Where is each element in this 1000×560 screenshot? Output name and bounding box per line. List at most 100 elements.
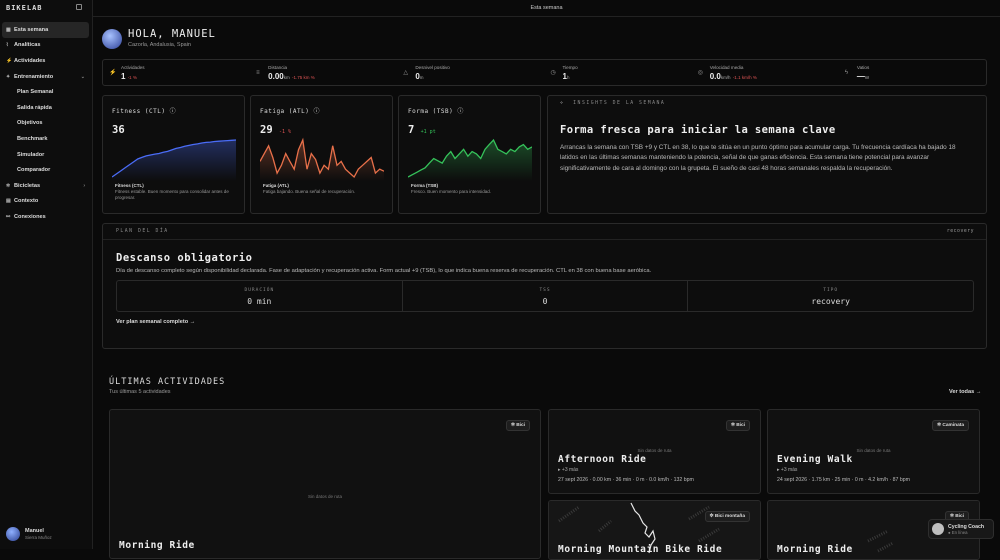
chevron-right-icon: ›: [83, 182, 85, 189]
stat-label: Actividades: [121, 65, 145, 70]
activity-icon: ⚡: [109, 70, 117, 76]
stat-unit: m: [419, 75, 424, 80]
distance-icon: ≡: [256, 69, 260, 76]
activity-card[interactable]: ✲ Bici Sin datos de ruta Afternoon Ride …: [548, 409, 761, 494]
clock-icon: ◷: [550, 70, 556, 76]
insights-card: ✣ INSIGHTS DE LA SEMANA Forma fresca par…: [547, 95, 987, 214]
card-footer: Forma (TSB) Fresco. Buen momento para int…: [411, 183, 491, 195]
link-icon: ⚯: [6, 213, 11, 220]
sidebar-item-esta-semana[interactable]: ▦ Esta semana: [2, 22, 89, 38]
activity-card[interactable]: ✲ Bici montaña Morning Mountain Bike Rid…: [548, 500, 761, 560]
fitness-card[interactable]: Fitness (CTL) ⓘ 36 Fitness (CTL) Fitness …: [102, 95, 245, 214]
metric-value: 0 min: [247, 297, 272, 306]
stat-unit: h: [566, 75, 570, 80]
sidebar-item-salida-rapida[interactable]: Salida rápida: [0, 100, 93, 116]
sidebar-item-objetivos[interactable]: Objetivos: [0, 116, 93, 132]
info-icon[interactable]: ⓘ: [313, 108, 320, 115]
fatigue-card[interactable]: Fatiga (ATL) ⓘ 29 -1 % Fatiga (ATL) Fatig…: [250, 95, 393, 214]
sidebar-item-actividades[interactable]: ⚡ Actividades: [0, 53, 93, 69]
no-route-text: Sin datos de ruta: [856, 448, 891, 453]
see-all-link[interactable]: Ver todas →: [949, 389, 981, 395]
card-value: 29 -1 %: [260, 124, 291, 136]
stat-value: 0.00: [268, 72, 284, 81]
stat-vatios: ϟ Vatios —W: [839, 60, 986, 85]
sidebar-item-label: Salida rápida: [17, 104, 52, 111]
greeting: HOLA, MANUEL: [128, 28, 216, 40]
footer-text: Fitness estable. Buen momento para conso…: [115, 189, 229, 200]
top-bar: Esta semana: [93, 0, 1000, 17]
metric-duration: DURACIÓN 0 min: [117, 281, 403, 311]
user-location: Sierra Muñoz: [25, 535, 52, 540]
info-icon[interactable]: ⓘ: [457, 108, 464, 115]
stat-delta: -1.75 km %: [291, 75, 315, 80]
more-toggle[interactable]: ▸ +3 más: [777, 467, 797, 473]
plan-title: Descanso obligatorio: [116, 252, 253, 264]
metric-value: 0: [542, 297, 548, 306]
coach-chat-button[interactable]: Cycling Coach ● En línea: [928, 519, 994, 539]
card-delta: +1 pt: [420, 129, 436, 135]
card-value: 36: [112, 124, 125, 136]
sidebar-item-label: Comparador: [17, 167, 51, 174]
plan-tag: recovery: [946, 229, 974, 234]
more-toggle[interactable]: ▸ +3 más: [558, 467, 578, 473]
plan-metrics: DURACIÓN 0 min TSS 0 TIPO recovery: [116, 280, 974, 312]
metric-label: TSS: [539, 288, 551, 293]
sidebar-item-plan-semanal[interactable]: Plan Semanal: [0, 84, 93, 100]
sidebar-item-contexto[interactable]: ▤ Contexto: [0, 194, 93, 210]
profile-avatar[interactable]: [102, 29, 122, 49]
activity-badge: ✲ Bici: [505, 420, 530, 431]
sidebar-item-benchmark[interactable]: Benchmark: [0, 131, 93, 147]
fitness-sparkline: [112, 139, 236, 181]
stat-label: Distancia: [268, 65, 288, 70]
activity-card[interactable]: ✲ Bici Sin datos de ruta Morning Ride: [109, 409, 541, 559]
metric-label: TIPO: [823, 288, 839, 293]
sidebar-item-entrenamiento[interactable]: ✦ Entrenamiento ⌄: [0, 69, 93, 85]
doc-icon: ▤: [6, 198, 11, 205]
sparkline-area: [112, 140, 236, 181]
activity-card[interactable]: ✲ Caminata Sin datos de ruta Evening Wal…: [767, 409, 980, 494]
sidebar-item-comparador[interactable]: Comparador: [0, 162, 93, 178]
stat-tiempo: ◷ Tiempo 1h: [545, 60, 692, 85]
sidebar-item-label: Bicicletas: [14, 182, 41, 189]
form-card[interactable]: Forma (TSB) ⓘ 7 +1 pt Forma (TSB) Fresco.…: [398, 95, 541, 214]
sidebar-nav: ▦ Esta semana ⌇ Analíticas ⚡ Actividades ✦ E…: [0, 22, 93, 225]
coach-name: Cycling Coach: [948, 523, 985, 530]
stat-actividades: ⚡ Actividades 1 -1 %: [103, 60, 250, 85]
user-profile[interactable]: Manuel Sierra Muñoz: [6, 527, 52, 541]
sidebar-item-simulador[interactable]: Simulador: [0, 147, 93, 163]
activity-title: Morning Ride: [119, 540, 195, 551]
badge-label: Bici: [516, 423, 525, 428]
insights-title: Forma fresca para iniciar la semana clav…: [560, 124, 836, 136]
stat-velocidad: ◎ Velocidad media 0.0km/h -1.1 km/h %: [692, 60, 839, 85]
app-logo[interactable]: BIKELAB: [6, 4, 43, 12]
sidebar-item-label: Plan Semanal: [17, 89, 54, 96]
badge-label: Bici: [736, 423, 745, 428]
stat-label: Desnivel positivo: [415, 65, 450, 70]
user-name: Manuel: [25, 528, 44, 534]
weekly-plan-link[interactable]: Ver plan semanal completo →: [116, 319, 195, 325]
card-title-text: Forma (TSB): [408, 108, 454, 115]
footer-text: Fatiga bajando. Buena señal de recuperac…: [263, 189, 356, 194]
sidebar: BIKELAB ▦ Esta semana ⌇ Analíticas ⚡ Activi…: [0, 0, 93, 549]
bike-icon: ✲: [6, 182, 11, 189]
activity-title: Evening Walk: [777, 454, 853, 465]
plan-header: PLAN DEL DÍA: [116, 229, 169, 234]
recent-title: ÚLTIMAS ACTIVIDADES: [109, 377, 226, 387]
sidebar-item-bicicletas[interactable]: ✲ Bicicletas ›: [0, 178, 93, 194]
info-icon[interactable]: ⓘ: [170, 108, 177, 115]
metric-value: recovery: [811, 297, 850, 306]
sidebar-item-label: Analíticas: [14, 42, 41, 49]
mountain-icon: △: [403, 70, 408, 76]
sidebar-item-label: Conexiones: [14, 213, 46, 220]
card-value-text: 29: [260, 124, 273, 136]
sidebar-item-label: Objetivos: [17, 120, 43, 127]
activity-badge: ✲ Bici: [725, 420, 750, 431]
card-delta: -1 %: [278, 129, 292, 135]
activity-icon: ⚡: [6, 57, 13, 64]
collapse-sidebar-icon[interactable]: [76, 4, 82, 10]
sidebar-item-label: Esta semana: [14, 26, 49, 33]
sidebar-item-conexiones[interactable]: ⚯ Conexiones: [0, 209, 93, 225]
badge-label: Caminata: [942, 423, 964, 428]
sidebar-item-analiticas[interactable]: ⌇ Analíticas: [0, 38, 93, 54]
stat-value: 1: [121, 72, 126, 81]
